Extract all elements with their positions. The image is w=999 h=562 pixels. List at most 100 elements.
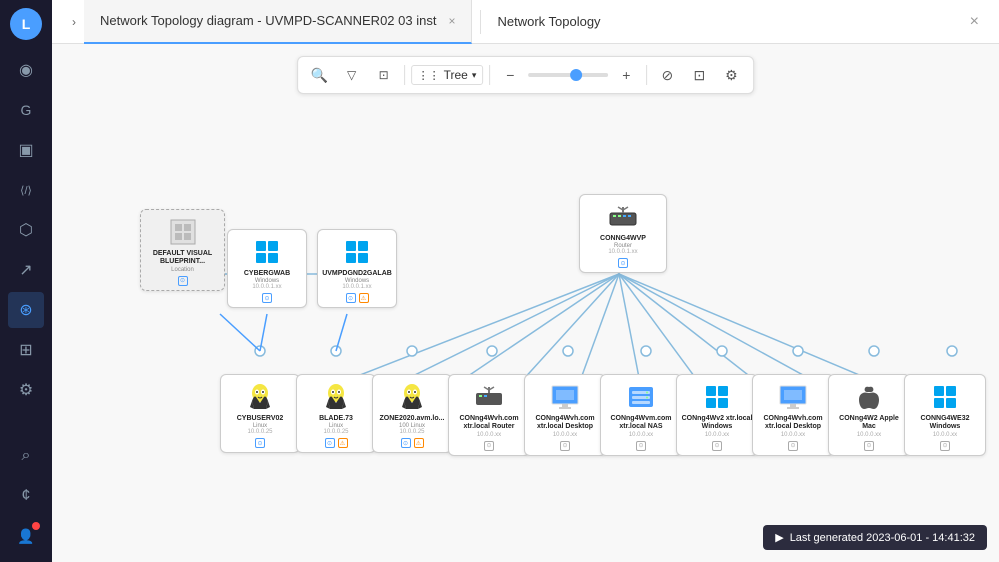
disable-icon: ⊘: [662, 67, 674, 84]
tree-icon: ⋮⋮: [418, 69, 440, 82]
tab-section-label: Network Topology: [489, 14, 608, 29]
settings-toolbar-icon: ⚙: [725, 67, 738, 84]
sidebar-item-currency[interactable]: ¢: [8, 478, 44, 514]
settings-toolbar-button[interactable]: ⚙: [717, 61, 745, 89]
zone-ind-2: ⚠: [414, 438, 424, 448]
sidebar-item-network[interactable]: ⊛: [8, 292, 44, 328]
tab-diagram[interactable]: Network Topology diagram - UVMPD-SCANNER…: [84, 0, 472, 44]
tab-close-button[interactable]: ×: [448, 14, 455, 28]
conng4windows2-ind-1: ⊙: [940, 441, 950, 451]
uvmpd-title: UVMPDGND2GALAB: [322, 270, 392, 278]
tree-dropdown[interactable]: ⋮⋮ Tree ▾: [411, 65, 484, 85]
node-router1[interactable]: CONNG4WVP Router 10.0.0.1.xx ⊙: [579, 194, 667, 273]
main-content: › Network Topology diagram - UVMPD-SCANN…: [52, 0, 999, 562]
conng4nas-ip: 10.0.0.xx: [629, 432, 653, 438]
zoom-plus-button[interactable]: +: [612, 61, 640, 89]
conng4windows2-ip: 10.0.0.xx: [933, 432, 957, 438]
node-conng4router[interactable]: CONng4Wvh.com xtr.local Router 10.0.0.xx…: [448, 374, 530, 456]
sidebar-item-building[interactable]: ⊞: [8, 332, 44, 368]
toolbar-sep-1: [404, 65, 405, 85]
sidebar-item-code[interactable]: ⟨/⟩: [8, 172, 44, 208]
node-cybuserv02[interactable]: CYBUSERV02 Linux 10.0.0.25 ⊙: [220, 374, 300, 453]
conng4nas-ind-1: ⊙: [636, 441, 646, 451]
shield-icon: ⬡: [19, 220, 33, 240]
minus-icon: −: [506, 67, 514, 83]
cybergwab-indicators: ⊙: [262, 293, 272, 303]
blueprint-subtitle: Location: [171, 267, 194, 273]
router1-indicators: ⊙: [618, 258, 628, 268]
node-conng4desktop1[interactable]: CONng4Wvh.com xtr.local Desktop 10.0.0.x…: [524, 374, 606, 456]
node-conng4nas[interactable]: CONng4Wvm.com xtr.local NAS 10.0.0.xx ⊙: [600, 374, 682, 456]
node-blade73[interactable]: BLADE.73 Linux 10.0.0.25 ⊙ ⚠: [296, 374, 376, 453]
diagram-area[interactable]: 🔍 ▽ ⊡ ⋮⋮ Tree ▾ −: [52, 44, 999, 562]
zone-ip: 10.0.0.25: [399, 429, 424, 435]
router-icon-2: [473, 381, 505, 413]
node-blueprint[interactable]: DEFAULT VISUAL BLUEPRINT... Location ⊙: [140, 209, 225, 291]
sidebar-item-dashboard[interactable]: ◉: [8, 52, 44, 88]
tab-expand-button[interactable]: ›: [64, 11, 84, 33]
layers-toolbar-button[interactable]: ⊡: [370, 61, 398, 89]
search-toolbar-button[interactable]: 🔍: [306, 61, 334, 89]
apple-icon-node: [853, 381, 885, 413]
toolbar-sep-2: [489, 65, 490, 85]
sidebar-item-globe[interactable]: G: [8, 92, 44, 128]
router1-ind-1: ⊙: [618, 258, 628, 268]
conng4desktop1-title: CONng4Wvh.com xtr.local Desktop: [529, 415, 601, 432]
user-icon: 👤: [17, 528, 34, 545]
sidebar-item-settings[interactable]: ⚙: [8, 372, 44, 408]
linux-icon-1: [244, 381, 276, 413]
cybuserv02-indicators: ⊙: [255, 438, 265, 448]
uvmpd-ind-1: ⊙: [346, 293, 356, 303]
sidebar-item-monitor[interactable]: ▣: [8, 132, 44, 168]
conng4windows2-title: CONNG4WE32 Windows: [909, 415, 981, 432]
disable-toolbar-button[interactable]: ⊘: [653, 61, 681, 89]
windows-desktop-icon-1: [549, 381, 581, 413]
status-bar: ▶ Last generated 2023-06-01 - 14:41:32: [763, 525, 987, 550]
node-uvmpd[interactable]: UVMPDGND2GALAB Windows 10.0.0.1.xx ⊙ ⚠: [317, 229, 397, 308]
sidebar-item-chart[interactable]: ↗: [8, 252, 44, 288]
node-cybergwab[interactable]: CYBERGWAB Windows 10.0.0.1.xx ⊙: [227, 229, 307, 308]
zoom-slider-thumb[interactable]: [570, 69, 582, 81]
conng4desktop1-ip: 10.0.0.xx: [553, 432, 577, 438]
connections-svg: [52, 44, 999, 562]
conng4desktop2-title: CONng4Wvh.com xtr.local Desktop: [757, 415, 829, 432]
chart-icon: ↗: [19, 260, 32, 280]
conng4windows-title: CONng4Wv2 xtr.local Windows: [681, 415, 753, 432]
plus-icon: +: [622, 67, 630, 83]
zoom-minus-button[interactable]: −: [496, 61, 524, 89]
windows-icon-3: [701, 381, 733, 413]
sidebar-item-shield[interactable]: ⬡: [8, 212, 44, 248]
sidebar-item-user[interactable]: 👤: [8, 518, 44, 554]
save-icon: ⊡: [694, 67, 706, 84]
node-zone[interactable]: ZONE2020.avm.lo... 100 Linux 10.0.0.25 ⊙…: [372, 374, 452, 453]
blade73-indicators: ⊙ ⚠: [325, 438, 348, 448]
sidebar-item-search[interactable]: ⌕: [8, 438, 44, 474]
conng4mac-indicators: ⊙: [864, 441, 874, 451]
conng4windows2-indicators: ⊙: [940, 441, 950, 451]
zoom-slider[interactable]: [528, 73, 608, 77]
node-conng4mac[interactable]: CONng4W2 Apple Mac 10.0.0.xx ⊙: [828, 374, 910, 456]
node-conng4windows2[interactable]: CONNG4WE32 Windows 10.0.0.xx ⊙: [904, 374, 986, 456]
blueprint-icon: [167, 216, 199, 248]
zone-indicators: ⊙ ⚠: [401, 438, 424, 448]
node-conng4desktop2[interactable]: CONng4Wvh.com xtr.local Desktop 10.0.0.x…: [752, 374, 834, 456]
conng4windows-indicators: ⊙: [712, 441, 722, 451]
zoom-control: [528, 73, 608, 77]
blueprint-title: DEFAULT VISUAL BLUEPRINT...: [145, 250, 220, 267]
window-close-button[interactable]: ×: [970, 13, 979, 31]
status-label: Last generated 2023-06-01 - 14:41:32: [790, 532, 975, 544]
blade73-ind-1: ⊙: [325, 438, 335, 448]
cybergwab-title: CYBERGWAB: [244, 270, 290, 278]
filter-toolbar-button[interactable]: ▽: [338, 61, 366, 89]
code-icon: ⟨/⟩: [20, 184, 32, 197]
tab-diagram-label: Network Topology diagram - UVMPD-SCANNER…: [100, 13, 436, 28]
node-conng4windows[interactable]: CONng4Wv2 xtr.local Windows 10.0.0.xx ⊙: [676, 374, 758, 456]
cybergwab-ind-1: ⊙: [262, 293, 272, 303]
uvmpd-ind-2: ⚠: [359, 293, 369, 303]
settings-icon-sidebar: ⚙: [19, 380, 33, 400]
play-icon: ▶: [775, 531, 783, 544]
router1-title: CONNG4WVP: [600, 235, 646, 243]
cybuserv02-ip: 10.0.0.25: [247, 429, 272, 435]
save-toolbar-button[interactable]: ⊡: [685, 61, 713, 89]
sidebar-logo[interactable]: L: [10, 8, 42, 40]
